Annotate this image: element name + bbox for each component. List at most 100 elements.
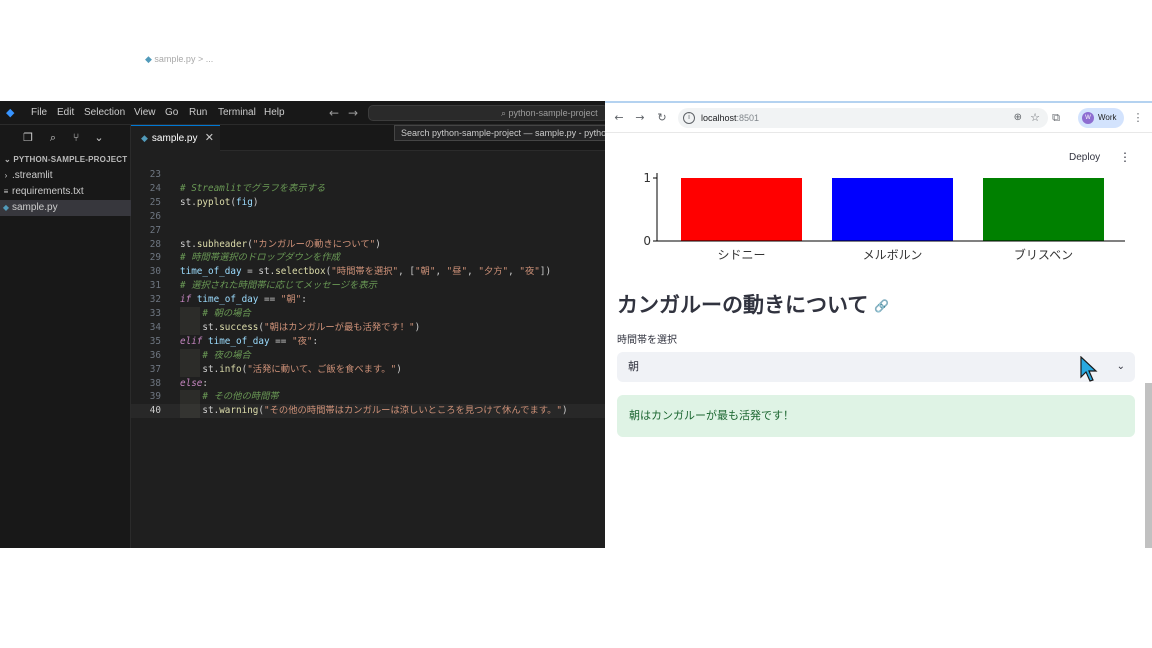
bar-chart: 0 1 シドニー メルボルン ブリスベン (643, 173, 1125, 262)
address-bar[interactable]: i localhost:8501 ⊕ ☆ (678, 108, 1048, 128)
line-number: 38 (149, 377, 161, 389)
line-number: 23 (149, 169, 161, 180)
code-text: else: (180, 377, 208, 389)
code-text: if time_of_day == "朝": (180, 294, 307, 306)
url-port: :8501 (736, 113, 760, 123)
profile-button[interactable]: W Work (1078, 108, 1124, 128)
code-line[interactable]: 28 st.subheader("カンガルーの動きについて") (131, 238, 605, 252)
code-editor[interactable]: 23 24 # Streamlitでグラフを表示する 25 st.pyplot(fig)… (131, 168, 605, 548)
explorer-header[interactable]: ⌄ PYTHON-SAMPLE-PROJECT (4, 155, 127, 164)
code-text: time_of_day = st.selectbox("時間帯を選択", ["朝… (180, 266, 552, 278)
code-line[interactable]: 30 time_of_day = st.selectbox("時間帯を選択", [… (131, 265, 605, 279)
chevron-down-icon: ⌄ (4, 155, 14, 164)
code-line[interactable]: 29 # 時間帯選択のドロップダウンを作成 (131, 251, 605, 265)
code-line[interactable]: 34 st.success("朝はカンガルーが最も活発です！") (131, 320, 605, 335)
search-tooltip: Search python-sample-project — sample.py… (394, 125, 605, 141)
y-tick-label: 1 (643, 173, 651, 185)
menu-help[interactable]: Help (264, 101, 285, 125)
explorer-files-icon[interactable]: ❐ (21, 131, 35, 145)
source-control-icon[interactable]: ⑂ (69, 131, 83, 145)
code-line[interactable]: 39 # その他の時間帯 (131, 390, 605, 405)
reload-icon[interactable]: ↻ (654, 110, 670, 126)
success-alert: 朝はカンガルーが最も活発です！ (617, 395, 1135, 437)
menu-terminal[interactable]: Terminal (218, 101, 256, 125)
url-host: localhost (701, 113, 737, 123)
line-number: 25 (149, 196, 161, 208)
menu-view[interactable]: View (134, 101, 156, 125)
forward-arrow-icon[interactable]: → (632, 110, 648, 126)
zoom-icon[interactable]: ⊕ (1014, 108, 1022, 128)
code-line[interactable]: 27 (131, 224, 605, 238)
python-file-icon: ◆ (141, 133, 148, 143)
code-text: st.success("朝はカンガルーが最も活発です！") (202, 321, 421, 333)
code-line[interactable]: 25 st.pyplot(fig) (131, 196, 605, 210)
back-arrow-icon[interactable]: ← (329, 101, 339, 125)
line-number: 36 (149, 349, 161, 361)
subheader-text: カンガルーの動きについて (617, 293, 869, 317)
page-subheader: カンガルーの動きについて 🔗 (617, 289, 889, 319)
mouse-cursor-icon (1080, 356, 1098, 382)
code-line[interactable]: 35 elif time_of_day == "夜": (131, 335, 605, 349)
line-number: 34 (149, 321, 161, 333)
search-icon[interactable]: ⌕ (46, 131, 60, 145)
menu-edit[interactable]: Edit (57, 101, 74, 125)
code-line[interactable]: 31 # 選択された時間帯に応じてメッセージを表示 (131, 279, 605, 293)
x-tick-label: メルボルン (863, 248, 923, 262)
line-number: 35 (149, 335, 161, 347)
code-line[interactable]: 38 else: (131, 377, 605, 391)
explorer-item-sample-py[interactable]: ◆ sample.py (0, 200, 131, 216)
more-vert-icon[interactable]: ⋮ (1119, 150, 1131, 164)
time-of-day-select[interactable]: 朝 ⌄ (617, 352, 1135, 382)
browser-window: ← → ↻ i localhost:8501 ⊕ ☆ ⧉ W Work ⋮ De… (605, 101, 1152, 548)
code-text: st.info("活発に動いて、ご飯を食べます。") (202, 363, 402, 375)
code-text: st.warning("その他の時間帯はカンガルーは涼しいところを見つけて休んで… (202, 405, 568, 417)
explorer-sidebar: ❐ ⌕ ⑂ ⌄ ⌄ PYTHON-SAMPLE-PROJECT › .stream… (0, 125, 131, 548)
scrollbar[interactable] (1145, 383, 1152, 548)
menu-selection[interactable]: Selection (84, 101, 125, 125)
line-number: 24 (149, 182, 161, 194)
code-text: # 夜の場合 (202, 349, 251, 361)
code-line[interactable]: 36 # 夜の場合 (131, 348, 605, 363)
more-vert-icon[interactable]: ⋮ (1130, 110, 1146, 126)
code-line[interactable]: 24 # Streamlitでグラフを表示する (131, 182, 605, 196)
menu-file[interactable]: File (31, 101, 47, 125)
line-number: 31 (149, 280, 161, 292)
line-number: 26 (149, 210, 161, 222)
file-lines-icon: ≡ (3, 187, 9, 196)
select-label: 時間帯を選択 (617, 335, 677, 346)
code-text: st.pyplot(fig) (180, 196, 259, 208)
code-line[interactable]: 23 (131, 168, 605, 182)
line-number: 37 (149, 363, 161, 375)
menu-run[interactable]: Run (189, 101, 207, 125)
tab-sample-py[interactable]: ◆ sample.py ✕ (131, 125, 220, 151)
code-line[interactable]: 37 st.info("活発に動いて、ご飯を食べます。") (131, 362, 605, 377)
deploy-button[interactable]: Deploy (1069, 152, 1100, 163)
avatar: W (1082, 112, 1094, 124)
close-icon[interactable]: ✕ (205, 126, 214, 150)
code-line[interactable]: 33 # 朝の場合 (131, 307, 605, 321)
extensions-icon[interactable]: ⧉ (1048, 110, 1064, 126)
profile-label: Work (1098, 113, 1117, 122)
code-line[interactable]: 26 (131, 210, 605, 224)
explorer-item-requirements[interactable]: ≡ requirements.txt (0, 184, 131, 200)
line-number: 28 (149, 238, 161, 250)
code-text: st.subheader("カンガルーの動きについて") (180, 238, 381, 250)
explorer-item-streamlit[interactable]: › .streamlit (0, 168, 131, 184)
info-icon[interactable]: i (683, 112, 695, 124)
explorer-item-label: .streamlit (12, 170, 53, 181)
command-center-search[interactable]: ⌕ python-sample-project (368, 105, 605, 121)
code-line[interactable]: 32 if time_of_day == "朝": (131, 293, 605, 307)
star-icon[interactable]: ☆ (1030, 108, 1040, 128)
link-icon[interactable]: 🔗 (874, 299, 889, 313)
forward-arrow-icon[interactable]: → (348, 101, 358, 125)
y-tick-label: 0 (643, 234, 651, 248)
breadcrumb-text: sample.py > ... (154, 54, 214, 64)
code-text: # 選択された時間帯に応じてメッセージを表示 (180, 280, 377, 292)
explorer-item-label: sample.py (12, 202, 58, 213)
breadcrumb[interactable]: ◆ sample.py > ... (145, 51, 213, 67)
back-arrow-icon[interactable]: ← (611, 110, 627, 126)
code-line[interactable]: 40 st.warning("その他の時間帯はカンガルーは涼しいところを見つけて… (131, 404, 605, 419)
menu-go[interactable]: Go (165, 101, 178, 125)
chevron-right-icon: › (4, 171, 8, 180)
chevron-down-icon[interactable]: ⌄ (92, 131, 106, 145)
